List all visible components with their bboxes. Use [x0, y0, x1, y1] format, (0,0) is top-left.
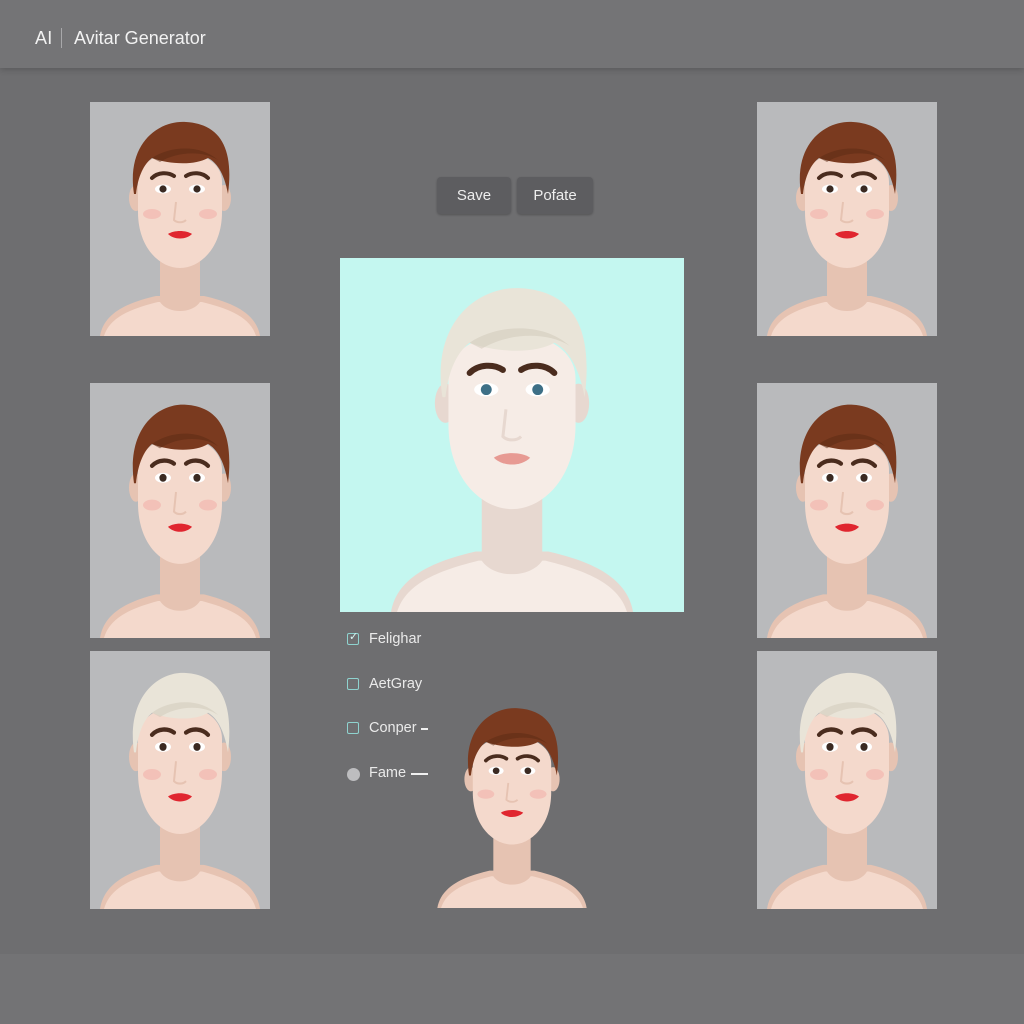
avatar-thumbnail-6[interactable] [757, 651, 937, 909]
avatar-thumbnail-1[interactable] [90, 102, 270, 336]
brand-logo: AI [35, 28, 53, 48]
avatar-thumbnail-5[interactable] [757, 383, 937, 638]
title-divider [61, 28, 62, 48]
avatar-portrait [100, 672, 260, 909]
option-label: Conper [369, 720, 417, 736]
option-label: Felighar [369, 631, 422, 647]
app-title: Avitar Generator [74, 28, 206, 48]
avatar-floating-preview [428, 680, 596, 908]
avatar-portrait [767, 121, 927, 336]
bottom-bar [0, 954, 1024, 1024]
avatar-thumbnail-2[interactable] [90, 383, 270, 638]
avatar-preview [340, 258, 684, 612]
option-radio[interactable] [347, 768, 360, 781]
avatar-thumbnail-3[interactable] [90, 651, 270, 909]
option-checkbox-checked[interactable]: ✓ [347, 631, 359, 645]
option-checkbox[interactable] [347, 722, 359, 734]
option-label: AetGray [369, 676, 423, 692]
avatar-thumbnail-4[interactable] [757, 102, 937, 336]
save-button[interactable]: Save [437, 177, 511, 214]
rotate-button[interactable]: Pofate [517, 177, 593, 214]
avatar-portrait [767, 672, 927, 909]
option-checkbox[interactable] [347, 678, 359, 690]
avatar-portrait [437, 708, 587, 908]
option-felighar[interactable]: ✓ Felighar [347, 629, 427, 651]
check-icon: ✓ [349, 631, 359, 643]
option-aetgray[interactable]: AetGray [347, 674, 427, 696]
avatar-portrait [100, 404, 260, 638]
avatar-portrait [767, 404, 927, 638]
avatar-portrait [100, 121, 260, 336]
option-label: Fame [369, 765, 407, 781]
title-bar: AI Avitar Generator [0, 0, 1024, 68]
avatar-preview-portrait [390, 288, 634, 612]
